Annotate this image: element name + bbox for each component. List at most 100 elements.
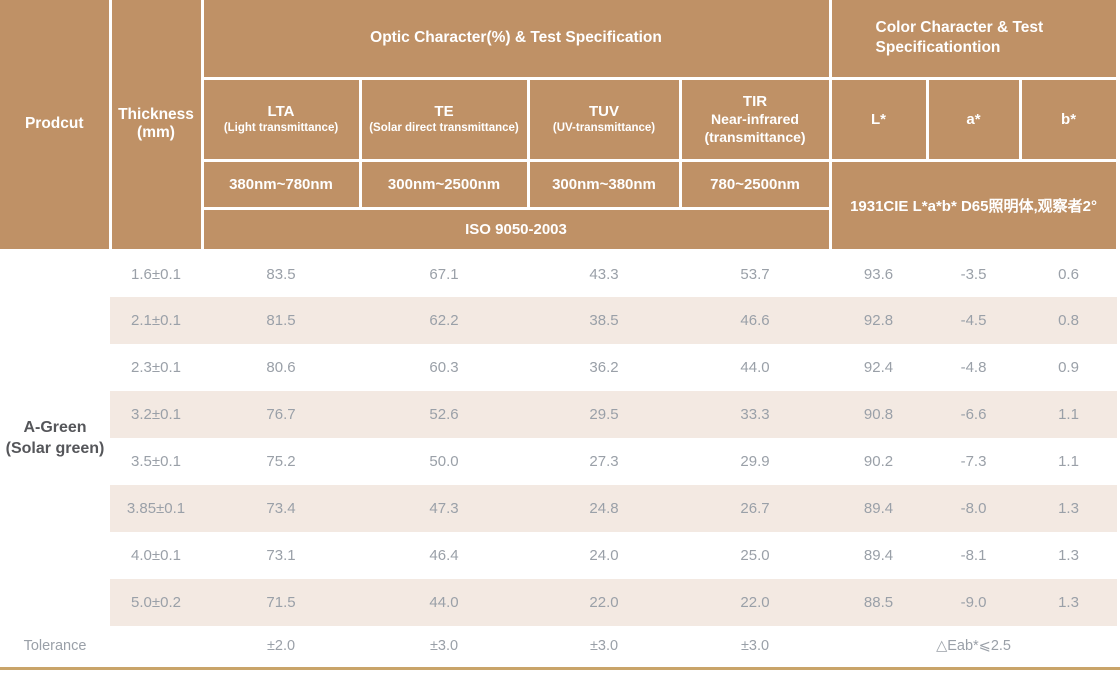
tuv-value-cell: 38.5 (528, 297, 680, 344)
data-row: 2.1±0.1 81.5 62.2 38.5 46.6 92.8 -4.5 0.… (0, 297, 1117, 344)
cie-standard-cell: 1931CIE L*a*b* D65照明体,观察者2° (830, 160, 1117, 250)
lta-desc: (Light transmittance) (204, 121, 359, 136)
tir-abbr: TIR (682, 92, 829, 112)
thickness-cell: 2.3±0.1 (110, 344, 202, 391)
tolerance-lta: ±2.0 (202, 626, 360, 666)
tir-value-cell: 29.9 (680, 438, 830, 485)
l-star-value-cell: 89.4 (830, 485, 927, 532)
wavelength-range-tir: 780~2500nm (680, 160, 830, 208)
te-value-cell: 44.0 (360, 579, 528, 626)
tir-sub: Near-infrared (682, 111, 829, 129)
tir-value-cell: 22.0 (680, 579, 830, 626)
te-value-cell: 62.2 (360, 297, 528, 344)
data-row: 3.2±0.1 76.7 52.6 29.5 33.3 90.8 -6.6 1.… (0, 391, 1117, 438)
optic-character-group-header: Optic Character(%) & Test Specification (202, 0, 830, 78)
tir-value-cell: 44.0 (680, 344, 830, 391)
thickness-cell: 4.0±0.1 (110, 532, 202, 579)
a-star-value-cell: -6.6 (927, 391, 1020, 438)
data-row: A-Green (Solar green) 1.6±0.1 83.5 67.1 … (0, 250, 1117, 297)
tuv-value-cell: 29.5 (528, 391, 680, 438)
te-value-cell: 52.6 (360, 391, 528, 438)
l-star-value-cell: 88.5 (830, 579, 927, 626)
tolerance-color: △Eab*⩽2.5 (830, 626, 1117, 666)
wavelength-range-te: 300nm~2500nm (360, 160, 528, 208)
thickness-cell: 3.85±0.1 (110, 485, 202, 532)
te-abbr: TE (362, 102, 527, 122)
a-star-value-cell: -4.5 (927, 297, 1020, 344)
product-name-cell: A-Green (Solar green) (0, 250, 110, 626)
col-header-a-star: a* (927, 78, 1020, 160)
l-star-value-cell: 90.2 (830, 438, 927, 485)
b-star-value-cell: 0.6 (1020, 250, 1117, 297)
tir-value-cell: 53.7 (680, 250, 830, 297)
product-name-line1: A-Green (0, 418, 110, 439)
tuv-value-cell: 24.8 (528, 485, 680, 532)
a-star-value-cell: -7.3 (927, 438, 1020, 485)
tir-value-cell: 25.0 (680, 532, 830, 579)
data-row: 5.0±0.2 71.5 44.0 22.0 22.0 88.5 -9.0 1.… (0, 579, 1117, 626)
tolerance-thickness-cell (110, 626, 202, 666)
lta-value-cell: 71.5 (202, 579, 360, 626)
tolerance-te: ±3.0 (360, 626, 528, 666)
col-header-lta: LTA (Light transmittance) (202, 78, 360, 160)
a-star-value-cell: -9.0 (927, 579, 1020, 626)
tir-value-cell: 33.3 (680, 391, 830, 438)
color-character-group-header: Color Character & Test Specificationtion (830, 0, 1117, 78)
b-star-value-cell: 1.3 (1020, 485, 1117, 532)
a-star-value-cell: -3.5 (927, 250, 1020, 297)
data-row: 3.85±0.1 73.4 47.3 24.8 26.7 89.4 -8.0 1… (0, 485, 1117, 532)
a-star-value-cell: -4.8 (927, 344, 1020, 391)
l-star-value-cell: 92.4 (830, 344, 927, 391)
b-star-value-cell: 0.8 (1020, 297, 1117, 344)
te-value-cell: 60.3 (360, 344, 528, 391)
lta-abbr: LTA (204, 102, 359, 122)
thickness-cell: 2.1±0.1 (110, 297, 202, 344)
lta-value-cell: 80.6 (202, 344, 360, 391)
lta-value-cell: 73.1 (202, 532, 360, 579)
tolerance-tir: ±3.0 (680, 626, 830, 666)
b-star-value-cell: 1.3 (1020, 579, 1117, 626)
lta-value-cell: 83.5 (202, 250, 360, 297)
b-star-value-cell: 0.9 (1020, 344, 1117, 391)
thickness-column-header: Thickness (mm) (110, 0, 202, 250)
tir-value-cell: 26.7 (680, 485, 830, 532)
data-row: 4.0±0.1 73.1 46.4 24.0 25.0 89.4 -8.1 1.… (0, 532, 1117, 579)
tuv-abbr: TUV (530, 102, 679, 122)
tuv-value-cell: 22.0 (528, 579, 680, 626)
l-star-value-cell: 90.8 (830, 391, 927, 438)
l-star-value-cell: 89.4 (830, 532, 927, 579)
bottom-accent-line (0, 667, 1120, 670)
thickness-cell: 3.5±0.1 (110, 438, 202, 485)
tuv-value-cell: 24.0 (528, 532, 680, 579)
l-star-value-cell: 92.8 (830, 297, 927, 344)
lta-value-cell: 81.5 (202, 297, 360, 344)
te-value-cell: 47.3 (360, 485, 528, 532)
tir-desc: (transmittance) (682, 129, 829, 147)
col-header-te: TE (Solar direct transmittance) (360, 78, 528, 160)
col-header-tir: TIR Near-infrared (transmittance) (680, 78, 830, 160)
b-star-value-cell: 1.3 (1020, 532, 1117, 579)
a-star-value-cell: -8.1 (927, 532, 1020, 579)
b-star-value-cell: 1.1 (1020, 438, 1117, 485)
te-value-cell: 67.1 (360, 250, 528, 297)
thickness-cell: 1.6±0.1 (110, 250, 202, 297)
color-group-line2: Specificationtion (876, 38, 1116, 58)
lta-value-cell: 76.7 (202, 391, 360, 438)
tolerance-label: Tolerance (0, 626, 110, 666)
tuv-value-cell: 43.3 (528, 250, 680, 297)
tuv-value-cell: 27.3 (528, 438, 680, 485)
col-header-l-star: L* (830, 78, 927, 160)
wavelength-range-lta: 380nm~780nm (202, 160, 360, 208)
te-value-cell: 46.4 (360, 532, 528, 579)
thickness-cell: 5.0±0.2 (110, 579, 202, 626)
col-header-b-star: b* (1020, 78, 1117, 160)
tolerance-row: Tolerance ±2.0 ±3.0 ±3.0 ±3.0 △Eab*⩽2.5 (0, 626, 1117, 666)
thickness-label-line2: (mm) (112, 124, 201, 142)
data-row: 3.5±0.1 75.2 50.0 27.3 29.9 90.2 -7.3 1.… (0, 438, 1117, 485)
te-value-cell: 50.0 (360, 438, 528, 485)
wavelength-range-tuv: 300nm~380nm (528, 160, 680, 208)
glass-spec-table: Prodcut Thickness (mm) Optic Character(%… (0, 0, 1119, 666)
thickness-label-line1: Thickness (112, 106, 201, 124)
product-column-header: Prodcut (0, 0, 110, 250)
data-row: 2.3±0.1 80.6 60.3 36.2 44.0 92.4 -4.8 0.… (0, 344, 1117, 391)
